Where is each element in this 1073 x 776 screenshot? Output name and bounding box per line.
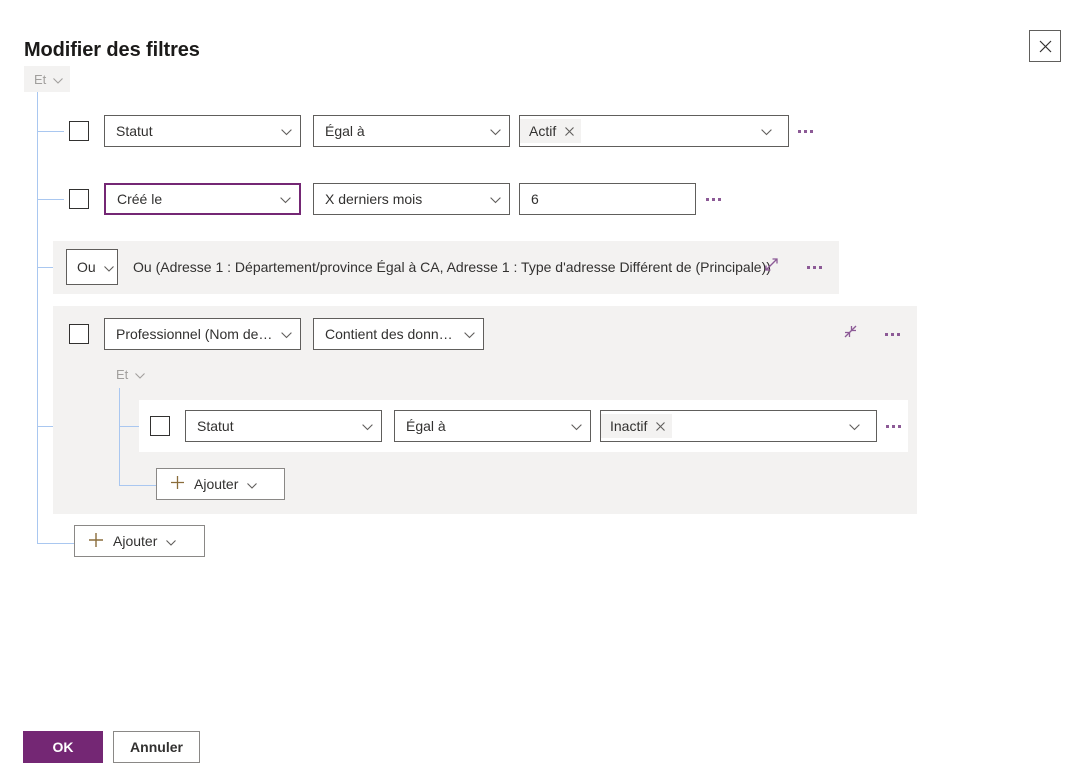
row1-field-label: Statut (116, 123, 153, 139)
cancel-button[interactable]: Annuler (113, 731, 200, 763)
tree-trunk-nested (119, 388, 120, 485)
chevron-down-icon (166, 533, 177, 549)
collapsed-group-more-options-button[interactable] (800, 255, 828, 279)
nested-row-value-tag-label: Inactif (610, 418, 648, 434)
close-icon[interactable] (656, 418, 666, 434)
related-group-field-label: Professionnel (Nom de l... (116, 326, 275, 342)
nested-row-value-combobox[interactable]: Inactif (600, 410, 877, 442)
more-options-icon (884, 332, 888, 336)
nested-row-value-tag[interactable]: Inactif (601, 414, 673, 438)
row2-value-text: 6 (531, 191, 539, 207)
related-group-conjunction-label: Et (116, 366, 129, 382)
row2-field-label: Créé le (117, 191, 163, 207)
tree-branch-row1 (37, 131, 64, 132)
row1-value-tag[interactable]: Actif (520, 119, 582, 143)
collapsed-group-summary: Ou (Adresse 1 : Département/province Éga… (133, 259, 771, 275)
plus-icon (170, 475, 185, 493)
tree-branch-add (37, 543, 74, 544)
related-group-field-dropdown[interactable]: Professionnel (Nom de l... (104, 318, 301, 350)
more-options-icon (797, 129, 801, 133)
ok-button[interactable]: OK (23, 731, 103, 763)
chevron-down-icon (464, 326, 475, 342)
nested-row-operator-dropdown[interactable]: Égal à (394, 410, 591, 442)
chevron-down-icon (280, 191, 291, 207)
plus-icon (88, 532, 104, 551)
tree-branch-row2 (37, 199, 64, 200)
chevron-down-icon (490, 123, 501, 139)
chevron-down-icon (281, 123, 292, 139)
related-group-operator-label: Contient des données (325, 326, 458, 342)
more-options-icon (806, 265, 810, 269)
row-checkbox[interactable] (69, 189, 89, 209)
chevron-down-icon (362, 418, 373, 434)
row1-more-options-button[interactable] (791, 119, 819, 143)
row1-operator-dropdown[interactable]: Égal à (313, 115, 510, 147)
related-group-conjunction-dropdown[interactable]: Et (106, 361, 152, 387)
chevron-down-icon (571, 418, 582, 434)
root-add-label: Ajouter (113, 533, 158, 549)
row2-operator-dropdown[interactable]: X derniers mois (313, 183, 510, 215)
tree-trunk-root (37, 92, 38, 544)
row1-operator-label: Égal à (325, 123, 365, 139)
chevron-down-icon (761, 123, 772, 139)
nested-add-button[interactable]: Ajouter (156, 468, 285, 500)
collapsed-group-expand-button[interactable] (760, 256, 782, 278)
root-conjunction-label: Et (34, 71, 47, 87)
row1-value-combobox[interactable]: Actif (519, 115, 789, 147)
more-options-icon (705, 197, 709, 201)
nested-row-checkbox[interactable] (150, 416, 170, 436)
nested-row-more-options-button[interactable] (879, 414, 907, 438)
nested-row-field-dropdown[interactable]: Statut (185, 410, 382, 442)
close-icon (1039, 40, 1052, 53)
related-group-collapse-button[interactable] (839, 323, 861, 345)
row2-field-dropdown[interactable]: Créé le (104, 183, 301, 215)
row1-value-tag-label: Actif (529, 123, 557, 139)
related-group-operator-dropdown[interactable]: Contient des données (313, 318, 484, 350)
chevron-down-icon (490, 191, 501, 207)
expand-icon (764, 257, 779, 277)
chevron-down-icon (135, 367, 146, 382)
chevron-down-icon (247, 476, 258, 492)
row1-field-dropdown[interactable]: Statut (104, 115, 301, 147)
row2-more-options-button[interactable] (699, 187, 727, 211)
chevron-down-icon (53, 72, 64, 87)
chevron-down-icon (103, 259, 114, 275)
nested-row-field-label: Statut (197, 418, 234, 434)
row2-operator-label: X derniers mois (325, 191, 423, 207)
row-checkbox[interactable] (69, 121, 89, 141)
collapse-icon (843, 324, 858, 344)
tree-branch-nested-add (119, 485, 156, 486)
chevron-down-icon (281, 326, 292, 342)
collapsed-group-conjunction-dropdown[interactable]: Ou (66, 249, 118, 285)
root-add-button[interactable]: Ajouter (74, 525, 205, 557)
chevron-down-icon (849, 418, 860, 434)
nested-add-label: Ajouter (194, 476, 239, 492)
page-title: Modifier des filtres (24, 39, 200, 61)
close-button[interactable] (1029, 30, 1061, 62)
collapsed-group-conjunction-label: Ou (77, 259, 96, 275)
close-icon[interactable] (565, 123, 575, 139)
root-conjunction-dropdown[interactable]: Et (24, 66, 70, 92)
nested-row-operator-label: Égal à (406, 418, 446, 434)
more-options-icon (885, 424, 889, 428)
row2-value-input[interactable]: 6 (519, 183, 696, 215)
related-group-checkbox[interactable] (69, 324, 89, 344)
related-group-more-options-button[interactable] (878, 322, 906, 346)
